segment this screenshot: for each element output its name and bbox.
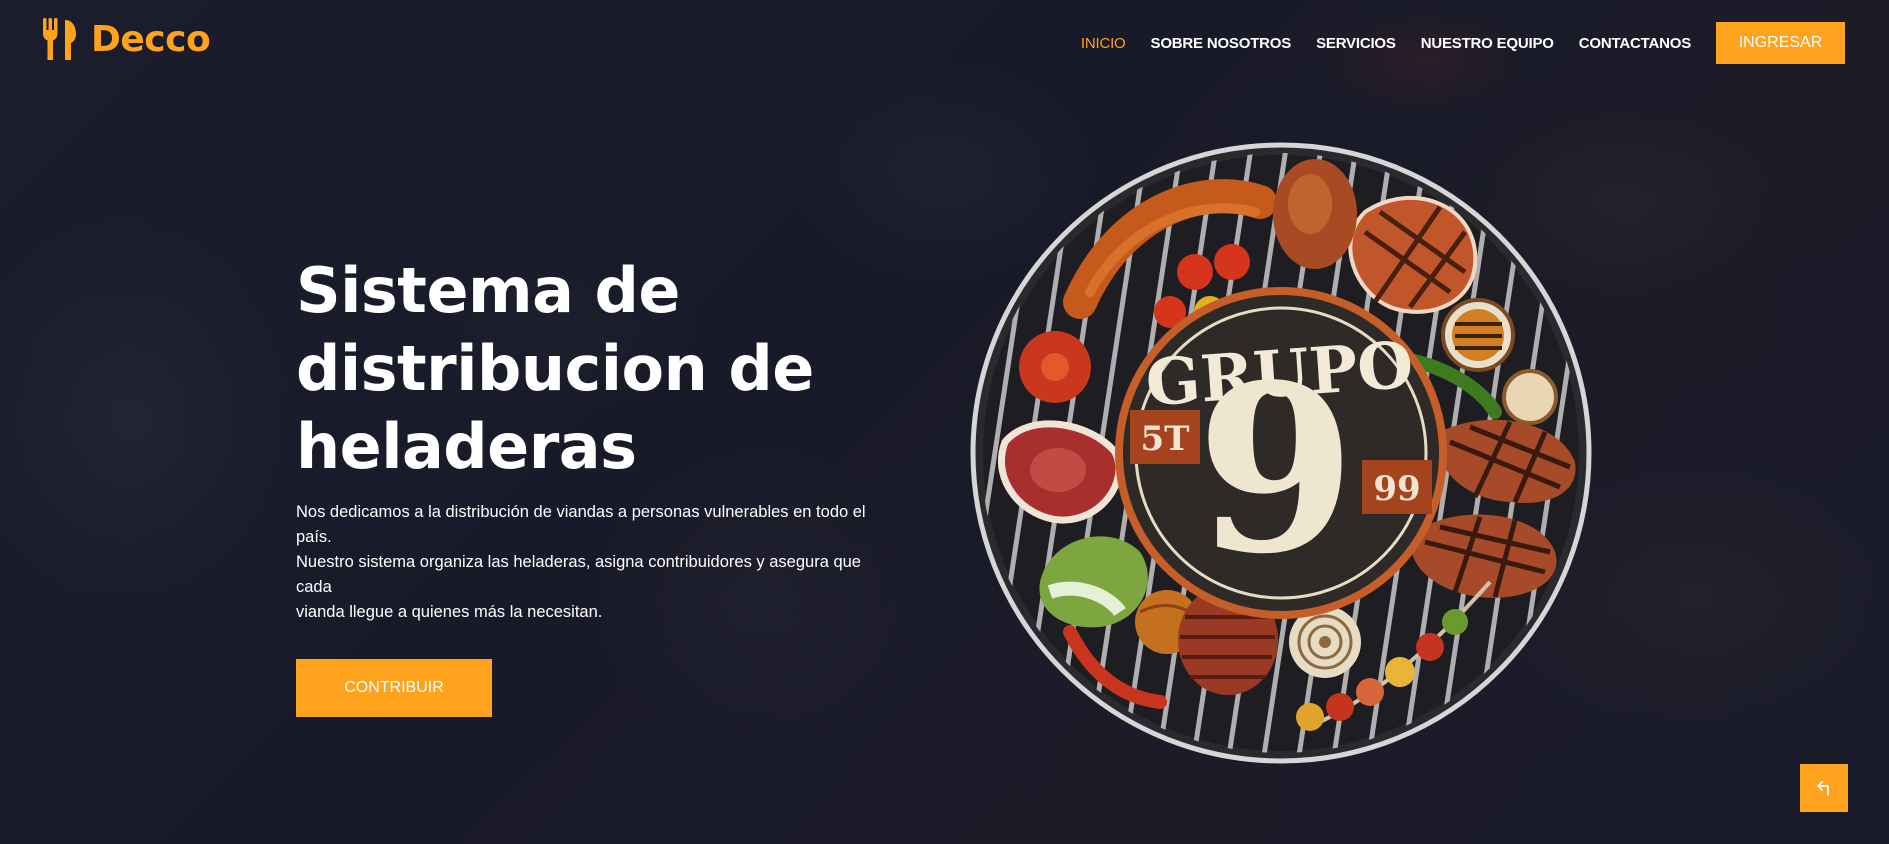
nav-item-contactanos[interactable]: CONTACTANOS: [1579, 35, 1691, 52]
arrow-return-icon: [1817, 781, 1829, 796]
grupo-9-grill-logo: 5T 99 GRUPO 9: [970, 142, 1592, 764]
hero-title-line: Sistema de: [296, 254, 680, 327]
main-navigation: INICIO SOBRE NOSOTROS SERVICIOS NUESTRO …: [1081, 22, 1845, 64]
hero-title: Sistema de distribucion de heladeras: [296, 252, 916, 486]
hero-description: Nos dedicamos a la distribución de viand…: [296, 500, 896, 625]
hero-title-line: heladeras: [296, 410, 637, 483]
grupo-9-badge: 5T 99 GRUPO 9: [1115, 287, 1447, 619]
hero-description-line: vianda llegue a quienes más la necesitan…: [296, 603, 603, 621]
nav-item-inicio[interactable]: INICIO: [1081, 35, 1126, 52]
hero-description-line: Nos dedicamos a la distribución de viand…: [296, 503, 866, 546]
hero-title-line: distribucion de: [296, 332, 814, 405]
nav-item-servicios[interactable]: SERVICIOS: [1316, 35, 1396, 52]
login-button[interactable]: INGRESAR: [1716, 22, 1845, 64]
nav-item-sobre-nosotros[interactable]: SOBRE NOSOTROS: [1151, 35, 1292, 52]
utensils-icon: [43, 18, 76, 60]
contribute-button[interactable]: CONTRIBUIR: [296, 659, 492, 717]
hero-section: Sistema de distribucion de heladeras Nos…: [296, 252, 916, 717]
hero-description-line: Nuestro sistema organiza las heladeras, …: [296, 553, 861, 596]
brand-logo[interactable]: Decco: [43, 18, 211, 60]
landing-page: Decco INICIO SOBRE NOSOTROS SERVICIOS NU…: [0, 0, 1889, 844]
nav-item-nuestro-equipo[interactable]: NUESTRO EQUIPO: [1421, 35, 1554, 52]
right-badge-text: 99: [1373, 469, 1420, 509]
brand-name: Decco: [91, 18, 211, 60]
back-to-top-button[interactable]: [1800, 764, 1848, 812]
grupo-number: 9: [1196, 335, 1356, 605]
hero-background-image: [0, 0, 1889, 844]
left-badge-text: 5T: [1141, 419, 1190, 459]
